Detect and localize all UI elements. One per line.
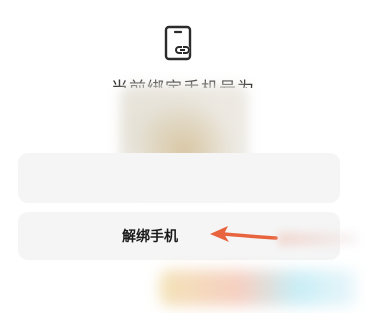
- bound-phone-card: [18, 153, 340, 203]
- arrow-icon: [210, 226, 278, 242]
- phone-link-icon: [164, 25, 192, 61]
- blurred-strip: [160, 270, 356, 306]
- watermark: [278, 232, 358, 246]
